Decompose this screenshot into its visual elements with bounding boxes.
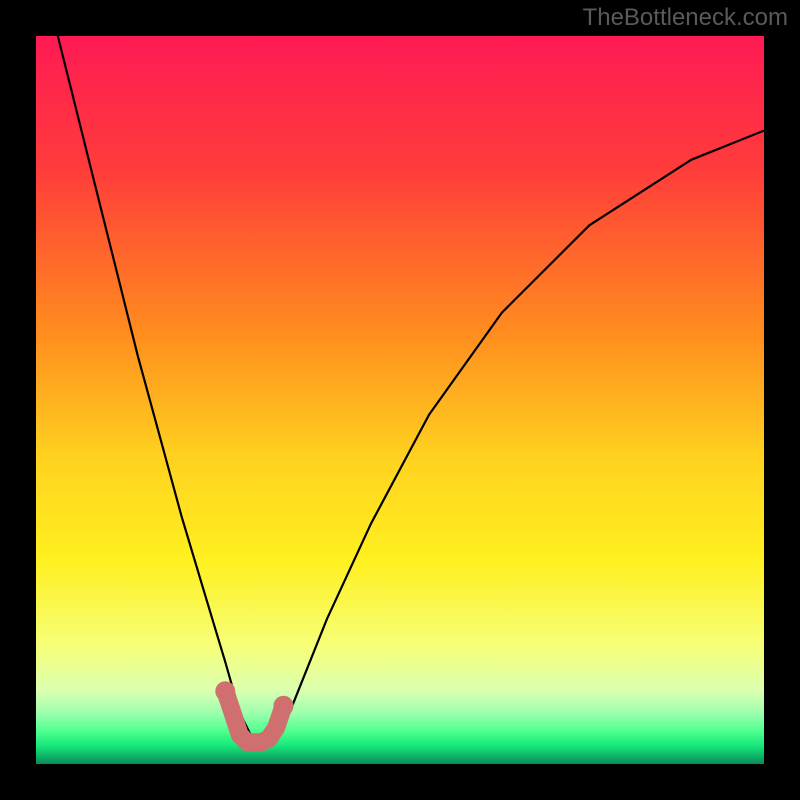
- chart-svg: [36, 36, 764, 764]
- highlight-end-right: [274, 696, 294, 716]
- highlight-end-left: [215, 681, 235, 701]
- chart-background: [36, 36, 764, 764]
- bottleneck-chart: [36, 36, 764, 764]
- watermark-text: TheBottleneck.com: [583, 4, 788, 32]
